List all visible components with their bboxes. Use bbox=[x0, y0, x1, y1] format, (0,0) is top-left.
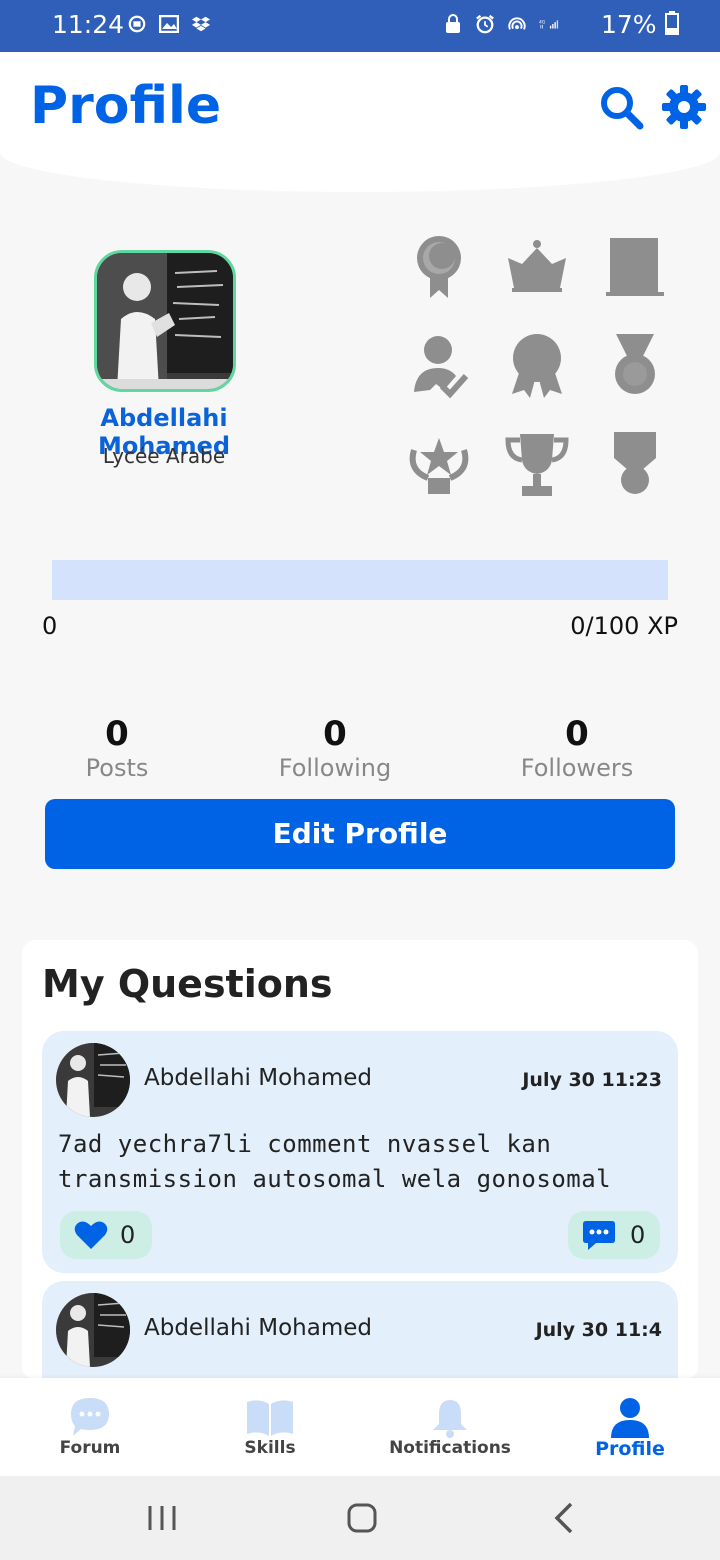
posts-count: 0 bbox=[105, 714, 129, 754]
status-right-icons: 4G bbox=[443, 13, 559, 35]
page-header: Profile bbox=[0, 52, 720, 192]
question-author-avatar[interactable] bbox=[56, 1043, 130, 1117]
trophy-icon[interactable] bbox=[502, 430, 572, 500]
bell-icon bbox=[433, 1400, 467, 1438]
back-icon[interactable] bbox=[545, 1498, 585, 1538]
question-card[interactable]: Abdellahi Mohamed July 30 11:23 7ad yech… bbox=[42, 1031, 678, 1273]
military-medal-icon[interactable] bbox=[600, 430, 670, 500]
recent-apps-icon[interactable] bbox=[142, 1498, 182, 1538]
page-title: Profile bbox=[30, 76, 222, 136]
nav-item-skills[interactable]: Skills bbox=[180, 1378, 360, 1476]
nav-item-forum[interactable]: Forum bbox=[0, 1378, 180, 1476]
gallery-icon bbox=[159, 13, 179, 35]
search-button[interactable] bbox=[598, 84, 644, 130]
following-count: 0 bbox=[323, 714, 347, 754]
bottom-navigation: Forum Skills Notifications Profile bbox=[0, 1378, 720, 1476]
user-school: Lycée Arabe bbox=[102, 444, 226, 468]
profile-photo bbox=[97, 253, 233, 389]
vpn-icon bbox=[127, 13, 147, 35]
badges-grid bbox=[400, 230, 680, 500]
comment-icon bbox=[583, 1221, 615, 1250]
comment-count: 0 bbox=[630, 1221, 646, 1249]
user-icon bbox=[611, 1398, 649, 1438]
battery-percentage: 17% bbox=[601, 10, 679, 39]
nav-label-forum: Forum bbox=[59, 1438, 121, 1458]
nav-item-profile[interactable]: Profile bbox=[540, 1378, 720, 1476]
battery-icon bbox=[664, 11, 679, 35]
question-text: 7ad yechra7li comment nvassel kan transm… bbox=[58, 1130, 612, 1193]
question-date: July 30 11:23 bbox=[522, 1069, 662, 1091]
status-time: 11:24 bbox=[52, 10, 125, 39]
crown-icon[interactable] bbox=[502, 232, 572, 302]
book-icon bbox=[247, 1400, 293, 1436]
lock-icon bbox=[443, 13, 463, 35]
xp-max-label: 0/100 XP bbox=[570, 612, 678, 640]
my-questions-section: My Questions Abdellahi Mohamed July 30 1… bbox=[22, 940, 698, 1401]
status-bar: 11:24 4G 17% bbox=[0, 0, 720, 52]
alarm-icon bbox=[475, 13, 495, 35]
status-left-icons bbox=[127, 13, 211, 35]
award-rosette-icon[interactable] bbox=[502, 330, 572, 400]
followers-label: Followers bbox=[520, 754, 634, 782]
nav-item-notifications[interactable]: Notifications bbox=[360, 1378, 540, 1476]
medal-ribbon-icon[interactable] bbox=[404, 232, 474, 302]
svg-text:4G: 4G bbox=[539, 20, 546, 26]
certificate-icon[interactable] bbox=[600, 232, 670, 302]
laurel-star-icon[interactable] bbox=[404, 430, 474, 500]
my-questions-title: My Questions bbox=[42, 962, 333, 1006]
posts-label: Posts bbox=[85, 754, 149, 782]
medal-icon[interactable] bbox=[600, 330, 670, 400]
heart-icon bbox=[74, 1221, 108, 1249]
followers-count: 0 bbox=[565, 714, 589, 754]
settings-button[interactable] bbox=[661, 84, 707, 130]
signal-icon: 4G bbox=[539, 13, 559, 35]
like-count: 0 bbox=[120, 1221, 136, 1249]
xp-min-label: 0 bbox=[42, 612, 58, 640]
nav-label-notifications: Notifications bbox=[389, 1438, 511, 1458]
question-author: Abdellahi Mohamed bbox=[144, 1065, 372, 1091]
stat-following[interactable]: 0 Following bbox=[245, 714, 425, 782]
home-icon[interactable] bbox=[342, 1498, 382, 1538]
gear-icon bbox=[662, 85, 706, 129]
edit-profile-button[interactable]: Edit Profile bbox=[45, 799, 675, 869]
avatar[interactable] bbox=[94, 250, 236, 392]
nav-label-profile: Profile bbox=[595, 1438, 665, 1460]
stat-followers[interactable]: 0 Followers bbox=[487, 714, 667, 782]
author-photo bbox=[56, 1293, 130, 1367]
search-icon bbox=[601, 87, 644, 130]
dropbox-icon bbox=[191, 13, 211, 35]
xp-progress-bar bbox=[52, 560, 668, 600]
system-navigation-bar bbox=[0, 1476, 720, 1560]
question-author: Abdellahi Mohamed bbox=[144, 1315, 372, 1341]
following-label: Following bbox=[278, 754, 392, 782]
comment-button[interactable]: 0 bbox=[568, 1211, 660, 1259]
forum-icon bbox=[71, 1398, 109, 1436]
hotspot-icon bbox=[507, 13, 527, 35]
user-check-icon[interactable] bbox=[404, 330, 474, 400]
question-author-avatar[interactable] bbox=[56, 1293, 130, 1367]
author-photo bbox=[56, 1043, 130, 1117]
stat-posts[interactable]: 0 Posts bbox=[27, 714, 207, 782]
nav-label-skills: Skills bbox=[244, 1438, 296, 1458]
like-button[interactable]: 0 bbox=[60, 1211, 152, 1259]
question-date: July 30 11:4 bbox=[535, 1319, 662, 1341]
